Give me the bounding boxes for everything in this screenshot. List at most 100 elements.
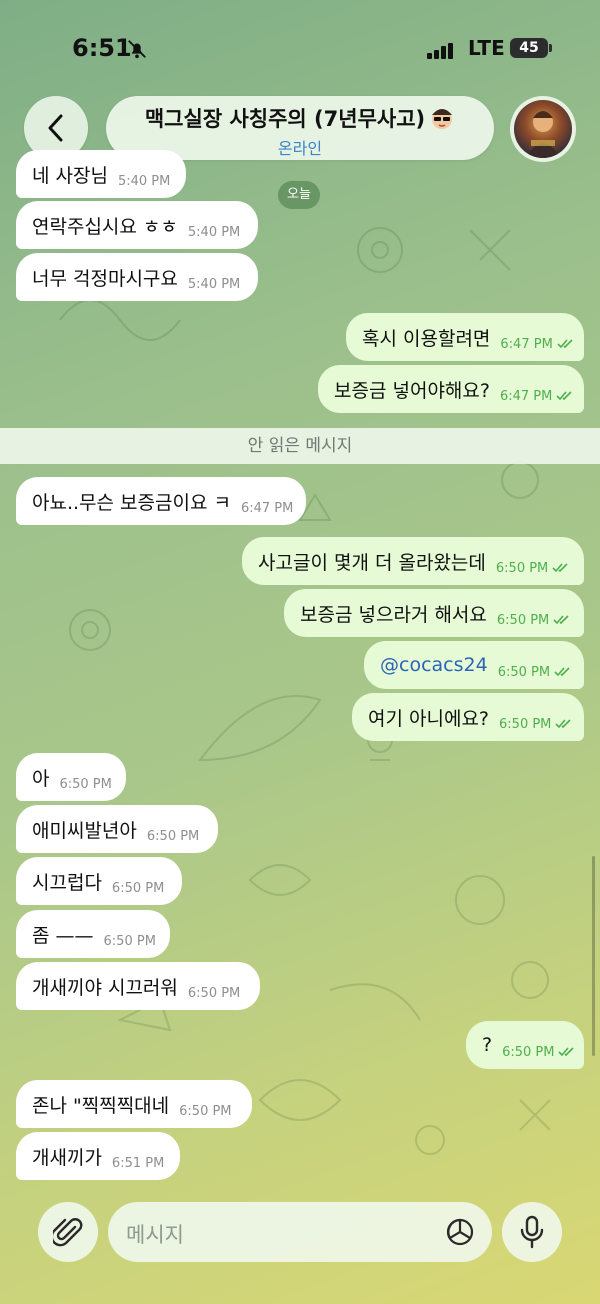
message-text: 아: [32, 767, 50, 790]
message-meta: 6:47 PM: [500, 389, 574, 404]
voice-record-button[interactable]: [502, 1202, 562, 1262]
avatar: [514, 100, 572, 158]
message-time: 6:50 PM: [502, 1044, 555, 1060]
message-text: 연락주십시요 ㅎㅎ: [32, 215, 178, 238]
message-text: 사고글이 몇개 더 올라왔는데: [258, 551, 486, 574]
message-meta: 6:50 PM: [104, 934, 156, 949]
message-time: 6:50 PM: [59, 776, 112, 792]
message-meta: 5:40 PM: [188, 277, 240, 292]
message-bubble[interactable]: 시끄럽다 6:50 PM: [16, 857, 182, 905]
message-time: 6:47 PM: [240, 500, 294, 516]
avatar-image: [526, 111, 560, 158]
message-text: 아뇨..무슨 보증금이요 ㅋ: [32, 491, 231, 514]
network-type: LTE: [468, 36, 505, 60]
message-time: 5:40 PM: [187, 276, 241, 292]
paperclip-icon: [53, 1218, 83, 1247]
message-input[interactable]: 메시지: [108, 1202, 492, 1262]
sticker-icon[interactable]: [444, 1216, 476, 1248]
message-meta: 6:50 PM: [499, 717, 573, 732]
message-text: 시끄럽다: [32, 871, 102, 894]
message-text: 좀 ——: [32, 924, 94, 947]
chevron-left-icon: [48, 114, 63, 142]
message-meta: 6:50 PM: [497, 613, 571, 628]
message-meta: 6:47 PM: [241, 501, 293, 516]
double-check-icon: [552, 563, 568, 573]
message-text: 개새끼가: [32, 1146, 102, 1169]
double-check-icon: [553, 615, 569, 625]
message-meta: 6:50 PM: [59, 777, 111, 792]
message-time: 6:50 PM: [111, 880, 165, 896]
message-meta: 6:50 PM: [147, 829, 199, 844]
message-time: 6:50 PM: [499, 716, 552, 732]
message-bubble[interactable]: 개새끼가 6:51 PM: [16, 1132, 180, 1180]
message-bubble[interactable]: 너무 걱정마시구요 5:40 PM: [16, 253, 258, 301]
message-meta: 6:50 PM: [188, 986, 240, 1001]
message-time: 6:50 PM: [187, 985, 241, 1001]
message-meta: 5:40 PM: [118, 174, 170, 189]
message-time: 5:40 PM: [187, 224, 241, 240]
message-meta: 6:47 PM: [500, 337, 574, 352]
message-text: 개새끼야 시끄러워: [32, 976, 178, 999]
message-meta: 6:50 PM: [502, 1045, 576, 1060]
message-time: 6:50 PM: [103, 933, 156, 949]
message-text: 애미씨발년아: [32, 819, 137, 842]
battery-level: 45: [519, 40, 539, 56]
message-meta: 6:50 PM: [498, 665, 572, 680]
battery-icon: 45: [510, 38, 552, 58]
username-link[interactable]: @cocacs24: [380, 654, 488, 676]
message-bubble[interactable]: 개새끼야 시끄러워 6:50 PM: [16, 962, 260, 1010]
message-bubble[interactable]: 애미씨발년아 6:50 PM: [16, 805, 218, 853]
double-check-icon: [554, 667, 570, 677]
message-text: 여기 아니에요?: [368, 707, 490, 730]
message-text: 존나 "찍찍찍대네: [32, 1094, 170, 1117]
message-bubble[interactable]: 연락주십시요 ㅎㅎ 5:40 PM: [16, 201, 258, 249]
signal-bars-icon: [427, 40, 455, 59]
message-bubble[interactable]: 여기 아니에요? 6:50 PM: [352, 693, 584, 741]
message-text: 혹시 이용할려면: [362, 327, 491, 350]
muted-bell-icon: [128, 40, 146, 59]
message-time: 6:50 PM: [497, 664, 551, 680]
message-meta: 6:50 PM: [112, 881, 164, 896]
double-check-icon: [558, 1047, 575, 1057]
message-meta: 6:50 PM: [496, 561, 570, 576]
message-text: ?: [482, 1034, 493, 1056]
double-check-icon: [557, 339, 573, 349]
day-badge: 오늘: [278, 181, 320, 209]
status-time: 6:51: [72, 34, 132, 62]
message-input-placeholder: 메시지: [126, 1223, 184, 1247]
message-time: 6:47 PM: [499, 388, 553, 404]
message-time: 6:50 PM: [495, 560, 549, 576]
message-bubble[interactable]: 좀 —— 6:50 PM: [16, 910, 170, 958]
double-check-icon: [556, 391, 572, 401]
attach-button[interactable]: [38, 1202, 98, 1262]
chat-title: 맥그실장 사칭주의 (7년무사고): [106, 103, 494, 133]
message-time: 5:40 PM: [117, 173, 171, 189]
contact-avatar-button[interactable]: [510, 96, 576, 162]
status-bar: 6:51 LTE 45: [0, 0, 600, 96]
message-bubble[interactable]: @cocacs24 6:50 PM: [364, 641, 584, 689]
message-bubble[interactable]: 아뇨..무슨 보증금이요 ㅋ 6:47 PM: [16, 477, 306, 525]
microphone-icon: [520, 1215, 544, 1249]
message-meta: 6:51 PM: [112, 1156, 164, 1171]
message-text: 너무 걱정마시구요: [32, 267, 178, 290]
message-meta: 6:50 PM: [179, 1104, 231, 1119]
message-bubble[interactable]: 보증금 넣어야해요? 6:47 PM: [318, 365, 584, 413]
cool-guy-emoji-icon: [432, 109, 453, 129]
message-bubble[interactable]: 사고글이 몇개 더 올라왔는데 6:50 PM: [242, 537, 584, 585]
scrollbar[interactable]: [592, 856, 595, 1056]
message-bubble[interactable]: 혹시 이용할려면 6:47 PM: [346, 313, 584, 361]
message-text: 보증금 넣으라거 해서요: [300, 603, 487, 626]
message-text: 보증금 넣어야해요?: [334, 379, 490, 402]
message-bubble[interactable]: 아 6:50 PM: [16, 753, 126, 801]
message-meta: 5:40 PM: [188, 225, 240, 240]
message-time: 6:51 PM: [111, 1155, 165, 1171]
message-bubble[interactable]: 보증금 넣으라거 해서요 6:50 PM: [284, 589, 584, 637]
message-bubble[interactable]: 네 사장님 5:40 PM: [16, 150, 186, 198]
message-time: 6:47 PM: [500, 336, 553, 352]
message-bubble[interactable]: ? 6:50 PM: [466, 1021, 584, 1069]
chat-title-text: 맥그실장 사칭주의 (7년무사고): [144, 107, 426, 131]
double-check-icon: [555, 719, 571, 729]
message-time: 6:50 PM: [146, 828, 200, 844]
message-bubble[interactable]: 존나 "찍찍찍대네 6:50 PM: [16, 1080, 252, 1128]
message-time: 6:50 PM: [496, 612, 550, 628]
